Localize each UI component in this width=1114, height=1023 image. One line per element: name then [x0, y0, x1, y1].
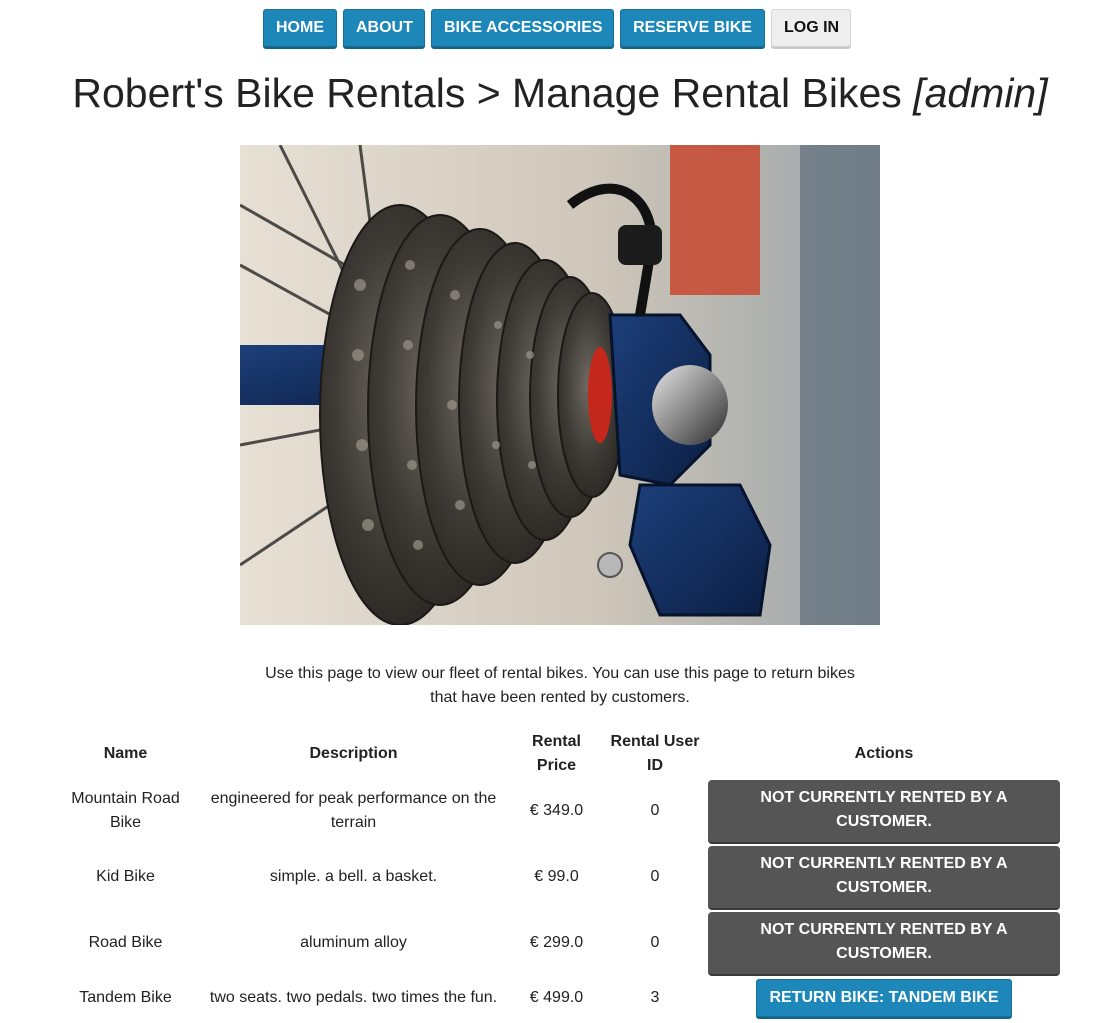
- nav-log-in-button[interactable]: LOG IN: [771, 9, 851, 47]
- bike-actions-cell: NOT CURRENTLY RENTED BY A CUSTOMER.: [708, 778, 1060, 844]
- table-row: Kid Bike simple. a bell. a basket. € 99.…: [55, 844, 1060, 910]
- not-rented-status: NOT CURRENTLY RENTED BY A CUSTOMER.: [708, 912, 1060, 974]
- bike-name-cell: Kid Bike: [96, 868, 155, 885]
- bike-user-id-cell: 0: [650, 868, 660, 885]
- page: HOME ABOUT BIKE ACCESSORIES RESERVE BIKE…: [0, 0, 1114, 1023]
- bike-user-id-cell: 0: [650, 934, 660, 951]
- bike-description-cell: engineered for peak performance on the t…: [210, 790, 497, 831]
- bike-price-cell: € 99.0: [534, 868, 579, 885]
- hero-illustration: [240, 145, 880, 625]
- bike-description-cell: two seats. two pedals. two times the fun…: [209, 989, 498, 1006]
- page-title: Robert's Bike Rentals > Manage Rental Bi…: [0, 66, 1114, 120]
- not-rented-status: NOT CURRENTLY RENTED BY A CUSTOMER.: [708, 846, 1060, 908]
- top-nav: HOME ABOUT BIKE ACCESSORIES RESERVE BIKE…: [0, 9, 1114, 47]
- nav-home-button[interactable]: HOME: [263, 9, 337, 47]
- bike-actions-cell: RETURN BIKE: TANDEM BIKE: [708, 976, 1060, 1020]
- bike-user-id-cell: 0: [650, 802, 660, 819]
- header-description: Description: [309, 745, 398, 762]
- page-title-text: Robert's Bike Rentals > Manage Rental Bi…: [72, 70, 902, 116]
- intro-text: Use this page to view our fleet of renta…: [265, 665, 855, 706]
- bike-name-cell: Tandem Bike: [79, 989, 172, 1006]
- bike-price-cell: € 499.0: [529, 989, 584, 1006]
- bike-description-cell: aluminum alloy: [300, 934, 407, 951]
- table-row: Mountain Road Bike engineered for peak p…: [55, 778, 1060, 844]
- not-rented-status: NOT CURRENTLY RENTED BY A CUSTOMER.: [708, 780, 1060, 842]
- nav-about-button[interactable]: ABOUT: [343, 9, 425, 47]
- rental-bikes-table: Name Description Rental Price Rental Use…: [55, 730, 1060, 1020]
- table-row: Road Bike aluminum alloy € 299.0 0 NOT C…: [55, 910, 1060, 976]
- header-name: Name: [103, 745, 148, 762]
- bike-price-cell: € 349.0: [529, 802, 584, 819]
- header-rental-price: Rental Price: [532, 733, 581, 774]
- table-header-row: Name Description Rental Price Rental Use…: [55, 730, 1060, 778]
- admin-role-tag: [admin]: [913, 70, 1048, 116]
- table-row: Tandem Bike two seats. two pedals. two t…: [55, 976, 1060, 1020]
- hero-image-bike-cassette: [240, 145, 880, 625]
- header-rental-user-id: Rental User ID: [610, 733, 700, 774]
- bike-price-cell: € 299.0: [529, 934, 584, 951]
- bike-name-cell: Road Bike: [88, 934, 163, 951]
- return-bike-button[interactable]: RETURN BIKE: TANDEM BIKE: [756, 979, 1012, 1017]
- bike-user-id-cell: 3: [650, 989, 660, 1006]
- bike-actions-cell: NOT CURRENTLY RENTED BY A CUSTOMER.: [708, 910, 1060, 976]
- nav-reserve-bike-button[interactable]: RESERVE BIKE: [620, 9, 765, 47]
- bike-actions-cell: NOT CURRENTLY RENTED BY A CUSTOMER.: [708, 844, 1060, 910]
- bike-name-cell: Mountain Road Bike: [71, 790, 180, 831]
- bike-description-cell: simple. a bell. a basket.: [269, 868, 438, 885]
- nav-bike-accessories-button[interactable]: BIKE ACCESSORIES: [431, 9, 614, 47]
- header-actions: Actions: [854, 745, 914, 762]
